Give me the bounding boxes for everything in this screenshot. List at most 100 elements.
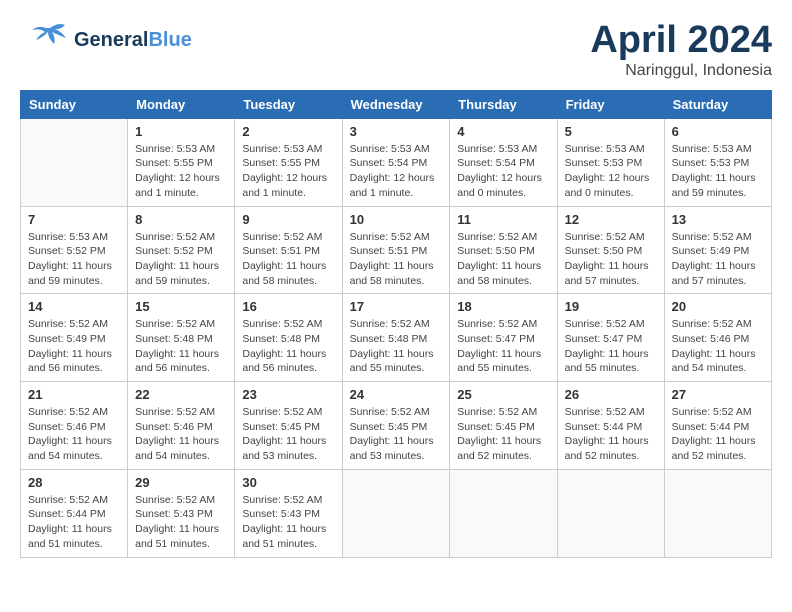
day-number: 30	[242, 475, 334, 490]
day-number: 9	[242, 212, 334, 227]
day-info: Sunrise: 5:53 AMSunset: 5:54 PMDaylight:…	[350, 142, 443, 201]
table-row: 7 Sunrise: 5:53 AMSunset: 5:52 PMDaylight…	[21, 206, 128, 294]
day-number: 23	[242, 387, 334, 402]
day-number: 29	[135, 475, 227, 490]
table-row: 29 Sunrise: 5:52 AMSunset: 5:43 PMDayligh…	[128, 469, 235, 557]
day-number: 17	[350, 299, 443, 314]
day-info: Sunrise: 5:52 AMSunset: 5:48 PMDaylight:…	[350, 317, 443, 376]
day-number: 12	[565, 212, 657, 227]
day-info: Sunrise: 5:52 AMSunset: 5:47 PMDaylight:…	[565, 317, 657, 376]
table-row	[450, 469, 557, 557]
day-number: 15	[135, 299, 227, 314]
table-row: 16 Sunrise: 5:52 AMSunset: 5:48 PMDayligh…	[235, 294, 342, 382]
header-wednesday: Wednesday	[342, 90, 450, 118]
table-row: 2 Sunrise: 5:53 AMSunset: 5:55 PMDaylight…	[235, 118, 342, 206]
table-row: 23Sunrise: 5:52 AMSunset: 5:45 PMDayligh…	[235, 382, 342, 470]
page-header: GeneralBlue April 2024 Naringgul, Indone…	[20, 20, 772, 80]
day-number: 20	[672, 299, 764, 314]
table-row: 21 Sunrise: 5:52 AMSunset: 5:46 PMDayligh…	[21, 382, 128, 470]
table-row: 20 Sunrise: 5:52 AMSunset: 5:46 PMDayligh…	[664, 294, 771, 382]
calendar-table: Sunday Monday Tuesday Wednesday Thursday…	[20, 90, 772, 558]
table-row	[342, 469, 450, 557]
day-number: 2	[242, 124, 334, 139]
day-info: Sunrise: 5:52 AMSunset: 5:45 PMDaylight:…	[457, 405, 549, 464]
day-info: Sunrise: 5:52 AMSunset: 5:45 PMDaylight:…	[350, 405, 443, 464]
day-number: 18	[457, 299, 549, 314]
calendar-week-row: 1 Sunrise: 5:53 AMSunset: 5:55 PMDaylight…	[21, 118, 772, 206]
table-row: 13Sunrise: 5:52 AMSunset: 5:49 PMDayligh…	[664, 206, 771, 294]
logo-wordmark: GeneralBlue	[74, 29, 192, 52]
header-tuesday: Tuesday	[235, 90, 342, 118]
day-number: 25	[457, 387, 549, 402]
day-number: 21	[28, 387, 120, 402]
month-title: April 2024	[590, 20, 772, 62]
table-row: 28Sunrise: 5:52 AMSunset: 5:44 PMDayligh…	[21, 469, 128, 557]
day-info: Sunrise: 5:53 AMSunset: 5:52 PMDaylight:…	[28, 230, 120, 289]
day-number: 3	[350, 124, 443, 139]
table-row: 25 Sunrise: 5:52 AMSunset: 5:45 PMDayligh…	[450, 382, 557, 470]
table-row: 14Sunrise: 5:52 AMSunset: 5:49 PMDayligh…	[21, 294, 128, 382]
location: Naringgul, Indonesia	[590, 62, 772, 80]
calendar-week-row: 14Sunrise: 5:52 AMSunset: 5:49 PMDayligh…	[21, 294, 772, 382]
table-row: 9Sunrise: 5:52 AMSunset: 5:51 PMDaylight…	[235, 206, 342, 294]
day-number: 22	[135, 387, 227, 402]
day-number: 27	[672, 387, 764, 402]
day-number: 24	[350, 387, 443, 402]
day-number: 1	[135, 124, 227, 139]
table-row: 4 Sunrise: 5:53 AMSunset: 5:54 PMDaylight…	[450, 118, 557, 206]
table-row: 26 Sunrise: 5:52 AMSunset: 5:44 PMDayligh…	[557, 382, 664, 470]
table-row: 17 Sunrise: 5:52 AMSunset: 5:48 PMDayligh…	[342, 294, 450, 382]
day-info: Sunrise: 5:52 AMSunset: 5:48 PMDaylight:…	[135, 317, 227, 376]
day-number: 14	[28, 299, 120, 314]
day-number: 13	[672, 212, 764, 227]
header-thursday: Thursday	[450, 90, 557, 118]
day-number: 6	[672, 124, 764, 139]
day-number: 28	[28, 475, 120, 490]
table-row: 3 Sunrise: 5:53 AMSunset: 5:54 PMDaylight…	[342, 118, 450, 206]
day-number: 16	[242, 299, 334, 314]
table-row	[664, 469, 771, 557]
day-number: 19	[565, 299, 657, 314]
table-row: 27 Sunrise: 5:52 AMSunset: 5:44 PMDayligh…	[664, 382, 771, 470]
header-monday: Monday	[128, 90, 235, 118]
table-row: 10Sunrise: 5:52 AMSunset: 5:51 PMDayligh…	[342, 206, 450, 294]
day-number: 7	[28, 212, 120, 227]
table-row: 11Sunrise: 5:52 AMSunset: 5:50 PMDayligh…	[450, 206, 557, 294]
day-info: Sunrise: 5:52 AMSunset: 5:48 PMDaylight:…	[242, 317, 334, 376]
day-number: 8	[135, 212, 227, 227]
day-info: Sunrise: 5:52 AMSunset: 5:46 PMDaylight:…	[135, 405, 227, 464]
title-section: April 2024 Naringgul, Indonesia	[590, 20, 772, 80]
day-info: Sunrise: 5:52 AMSunset: 5:50 PMDaylight:…	[457, 230, 549, 289]
logo: GeneralBlue	[20, 20, 192, 60]
day-info: Sunrise: 5:53 AMSunset: 5:53 PMDaylight:…	[672, 142, 764, 201]
header-saturday: Saturday	[664, 90, 771, 118]
table-row: 15 Sunrise: 5:52 AMSunset: 5:48 PMDayligh…	[128, 294, 235, 382]
day-info: Sunrise: 5:52 AMSunset: 5:46 PMDaylight:…	[672, 317, 764, 376]
day-info: Sunrise: 5:53 AMSunset: 5:55 PMDaylight:…	[242, 142, 334, 201]
day-number: 26	[565, 387, 657, 402]
day-info: Sunrise: 5:53 AMSunset: 5:55 PMDaylight:…	[135, 142, 227, 201]
day-info: Sunrise: 5:53 AMSunset: 5:54 PMDaylight:…	[457, 142, 549, 201]
header-friday: Friday	[557, 90, 664, 118]
table-row: 30 Sunrise: 5:52 AMSunset: 5:43 PMDayligh…	[235, 469, 342, 557]
day-info: Sunrise: 5:52 AMSunset: 5:43 PMDaylight:…	[135, 493, 227, 552]
day-info: Sunrise: 5:52 AMSunset: 5:46 PMDaylight:…	[28, 405, 120, 464]
day-info: Sunrise: 5:52 AMSunset: 5:43 PMDaylight:…	[242, 493, 334, 552]
day-info: Sunrise: 5:52 AMSunset: 5:52 PMDaylight:…	[135, 230, 227, 289]
calendar-week-row: 21 Sunrise: 5:52 AMSunset: 5:46 PMDayligh…	[21, 382, 772, 470]
table-row: 12Sunrise: 5:52 AMSunset: 5:50 PMDayligh…	[557, 206, 664, 294]
calendar-week-row: 7 Sunrise: 5:53 AMSunset: 5:52 PMDaylight…	[21, 206, 772, 294]
day-info: Sunrise: 5:52 AMSunset: 5:47 PMDaylight:…	[457, 317, 549, 376]
day-info: Sunrise: 5:52 AMSunset: 5:44 PMDaylight:…	[565, 405, 657, 464]
table-row: 6 Sunrise: 5:53 AMSunset: 5:53 PMDaylight…	[664, 118, 771, 206]
table-row: 18 Sunrise: 5:52 AMSunset: 5:47 PMDayligh…	[450, 294, 557, 382]
table-row: 19 Sunrise: 5:52 AMSunset: 5:47 PMDayligh…	[557, 294, 664, 382]
table-row: 1 Sunrise: 5:53 AMSunset: 5:55 PMDaylight…	[128, 118, 235, 206]
table-row: 24 Sunrise: 5:52 AMSunset: 5:45 PMDayligh…	[342, 382, 450, 470]
day-info: Sunrise: 5:52 AMSunset: 5:44 PMDaylight:…	[672, 405, 764, 464]
day-number: 5	[565, 124, 657, 139]
day-number: 4	[457, 124, 549, 139]
table-row	[21, 118, 128, 206]
day-info: Sunrise: 5:53 AMSunset: 5:53 PMDaylight:…	[565, 142, 657, 201]
table-row: 8 Sunrise: 5:52 AMSunset: 5:52 PMDaylight…	[128, 206, 235, 294]
